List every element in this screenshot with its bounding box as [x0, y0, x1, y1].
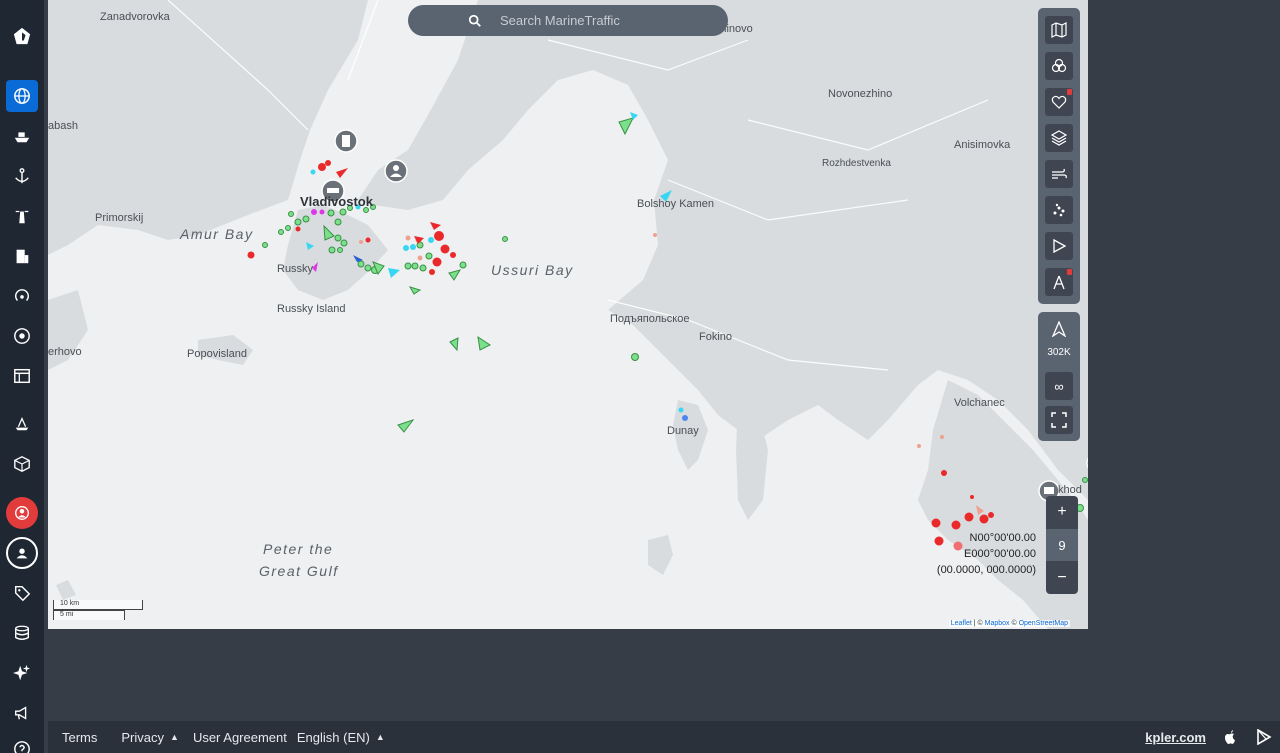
map[interactable]: Zanadvorovka molyaninovo Novonezhino Ani… [48, 0, 1088, 629]
place-label-gulf: Peter the [263, 541, 334, 557]
place-label: Dunay [667, 425, 699, 437]
search-icon [468, 14, 481, 27]
filters-icon [1051, 58, 1067, 73]
place-label: Rozhdestvenka [822, 158, 891, 169]
attribution-separator: © [1009, 620, 1019, 627]
playback-button[interactable] [1045, 232, 1073, 260]
play-icon [1053, 238, 1067, 254]
ports-anchor-icon[interactable] [6, 160, 38, 192]
wind-icon [1052, 168, 1067, 179]
account-icon[interactable] [6, 497, 38, 529]
attribution-separator: | © [971, 620, 985, 627]
vessels-icon[interactable] [6, 120, 38, 152]
map-type-button[interactable] [1045, 16, 1073, 44]
compass-measure-icon [1053, 275, 1065, 290]
map-toolbar-secondary: 302K ∞ [1038, 312, 1080, 441]
search-input[interactable] [500, 13, 700, 28]
filters-button[interactable] [1045, 52, 1073, 80]
apple-icon[interactable] [1222, 729, 1238, 745]
place-label: Bolshoy Kamen [637, 198, 715, 210]
density-icon [1053, 203, 1065, 217]
map-toolbar [1038, 8, 1080, 304]
fleets-button[interactable] [1045, 88, 1073, 116]
sidebar [0, 0, 44, 753]
leaflet-link[interactable]: Leaflet [951, 620, 972, 627]
scale-km: 10 km [53, 600, 143, 610]
lock-icon [1067, 89, 1072, 95]
language-selector[interactable]: English (EN) ▲ [297, 730, 385, 745]
place-label-bay: Ussuri Bay [491, 262, 574, 278]
lock-icon [1067, 269, 1072, 275]
mapbox-link[interactable]: Mapbox [985, 620, 1010, 627]
place-label: Russky [277, 263, 314, 275]
pricing-tag-icon[interactable] [6, 577, 38, 609]
stations-icon[interactable] [6, 280, 38, 312]
place-label-gulf: Great Gulf [259, 563, 339, 579]
place-label: abash [48, 120, 78, 132]
osm-link[interactable]: OpenStreetMap [1019, 620, 1068, 627]
language-label: English (EN) [296, 729, 370, 745]
scale-mi: 5 mi [53, 610, 125, 620]
ai-sparkle-icon[interactable] [6, 657, 38, 689]
voyage-icon[interactable] [6, 408, 38, 440]
density-maps-button[interactable] [1045, 196, 1073, 224]
database-icon[interactable] [6, 617, 38, 649]
measure-button[interactable] [1045, 268, 1073, 296]
logo-icon[interactable] [6, 20, 38, 52]
scale-bar: 10 km 5 mi [53, 600, 143, 620]
companies-icon[interactable] [6, 240, 38, 272]
privacy-label: Privacy [121, 729, 165, 745]
user-agreement-link[interactable]: User Agreement [193, 730, 287, 745]
longitude-readout: E000°00'00.00 [964, 548, 1036, 560]
place-label: Popovisland [187, 348, 247, 360]
infinite-tracks-button[interactable]: ∞ [1045, 372, 1073, 400]
heart-icon [1051, 95, 1067, 109]
live-map-icon[interactable] [6, 80, 38, 112]
user-profile-icon[interactable] [6, 537, 38, 569]
chevron-up-icon: ▲ [170, 732, 179, 742]
lighthouse-icon[interactable] [6, 200, 38, 232]
privacy-link[interactable]: Privacy ▲ [121, 730, 179, 745]
fullscreen-icon [1051, 412, 1067, 428]
weather-button[interactable] [1045, 160, 1073, 188]
place-label-bay: Amur Bay [180, 226, 254, 242]
map-base [48, 0, 1088, 629]
photos-icon[interactable] [6, 320, 38, 352]
place-label: Russky Island [277, 303, 346, 315]
cursor-coordinates: N00°00'00.00 E000°00'00.00 (00.0000, 000… [937, 530, 1036, 578]
search-bar[interactable] [408, 5, 728, 36]
place-label: Novonezhino [828, 88, 893, 100]
place-label: Primorskij [95, 212, 144, 224]
announcements-icon[interactable] [6, 697, 38, 729]
chevron-up-icon: ▲ [375, 732, 385, 742]
place-label: Fokino [699, 331, 733, 343]
map-attribution: Leaflet | © Mapbox © OpenStreetMap [948, 620, 1070, 627]
layers-icon [1051, 130, 1067, 146]
help-icon[interactable] [6, 733, 38, 753]
dashboard-icon[interactable] [6, 360, 38, 392]
layers-button[interactable] [1045, 124, 1073, 152]
fullscreen-button[interactable] [1045, 406, 1073, 434]
place-label: khod [1058, 484, 1082, 496]
place-label-city: Vladivostok [300, 194, 373, 209]
latitude-readout: N00°00'00.00 [969, 532, 1036, 544]
navigation-arrow-icon[interactable] [1051, 320, 1067, 338]
place-label: Zanadvorovka [100, 11, 170, 23]
zoom-level: 9 [1046, 529, 1078, 561]
cargo-icon[interactable] [6, 448, 38, 480]
google-play-icon[interactable] [1256, 729, 1272, 745]
zoom-out-button[interactable]: − [1046, 562, 1078, 594]
zoom-in-button[interactable]: + [1046, 496, 1078, 528]
decimal-readout: (00.0000, 000.0000) [936, 564, 1036, 576]
place-label: erhovo [48, 346, 82, 358]
footer: Terms Privacy ▲ User Agreement English (E… [48, 721, 1280, 753]
kpler-link[interactable]: kpler.com [1145, 730, 1206, 745]
place-label: Anisimovka [954, 139, 1011, 151]
terms-link[interactable]: Terms [62, 730, 97, 745]
vessel-count: 302K [1047, 347, 1071, 358]
zoom-control: + 9 − [1046, 496, 1078, 594]
place-label: Volchanec [954, 397, 1005, 409]
place-label: Подъяпольское [610, 313, 690, 325]
map-icon [1051, 22, 1067, 38]
